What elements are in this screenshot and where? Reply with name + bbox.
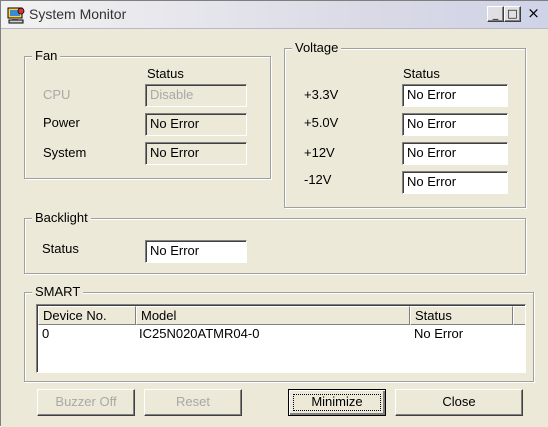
- computer-monitor-icon: [7, 7, 25, 24]
- fan-group-title: Fan: [32, 48, 61, 64]
- voltage-minus12v-status-field: No Error: [402, 171, 508, 194]
- voltage-status-header: Status: [403, 66, 440, 81]
- system-monitor-window: System Monitor _ □ × Fan Status CPU Disa…: [0, 0, 548, 427]
- backlight-group-title: Backlight: [32, 210, 91, 226]
- buzzer-off-button[interactable]: Buzzer Off: [37, 389, 135, 416]
- column-header-filler: [513, 306, 525, 325]
- fan-system-status-field: No Error: [145, 142, 247, 165]
- table-row[interactable]: 0 IC25N020ATMR04-0 No Error: [38, 325, 525, 343]
- column-header-status[interactable]: Status: [410, 306, 513, 325]
- backlight-status-label: Status: [42, 241, 79, 256]
- maximize-window-button[interactable]: □: [504, 6, 521, 22]
- voltage-12v-label: +12V: [304, 145, 335, 160]
- focus-rectangle: [293, 394, 381, 411]
- close-button[interactable]: Close: [395, 389, 523, 416]
- fan-status-header: Status: [147, 66, 184, 81]
- reset-button[interactable]: Reset: [144, 389, 242, 416]
- column-header-model[interactable]: Model: [136, 306, 410, 325]
- close-icon: ×: [527, 4, 540, 22]
- voltage-3v3-status-field: No Error: [402, 84, 508, 107]
- fan-system-label: System: [43, 145, 87, 160]
- window-title: System Monitor: [29, 6, 127, 22]
- backlight-group: Backlight: [24, 210, 526, 274]
- smart-group-title: SMART: [32, 284, 84, 300]
- fan-cpu-status-field: Disable: [145, 84, 247, 107]
- voltage-minus12v-label: -12V: [304, 172, 332, 187]
- close-window-button[interactable]: ×: [525, 6, 542, 22]
- fan-cpu-label: CPU: [43, 87, 71, 102]
- backlight-status-field: No Error: [145, 240, 247, 263]
- voltage-5v0-status-field: No Error: [402, 113, 508, 136]
- smart-list-header: Device No. Model Status: [38, 306, 525, 325]
- maximize-icon: □: [507, 7, 518, 20]
- minimize-window-button[interactable]: _: [487, 6, 504, 22]
- voltage-12v-status-field: No Error: [402, 142, 508, 165]
- minimize-icon: _: [492, 7, 499, 20]
- column-header-device-no[interactable]: Device No.: [38, 306, 136, 325]
- status-cell: No Error: [414, 326, 464, 341]
- device-no-cell: 0: [42, 326, 50, 341]
- fan-power-label: Power: [43, 115, 80, 130]
- voltage-3v3-label: +3.3V: [304, 87, 339, 102]
- model-cell: IC25N020ATMR04-0: [139, 326, 260, 341]
- minimize-button[interactable]: Minimize: [288, 389, 386, 416]
- voltage-5v0-label: +5.0V: [304, 115, 339, 130]
- fan-power-status-field: No Error: [145, 113, 247, 136]
- smart-device-list[interactable]: Device No. Model Status 0 IC25N020ATMR04…: [36, 304, 526, 373]
- title-bar[interactable]: System Monitor _ □ ×: [1, 1, 548, 29]
- voltage-group-title: Voltage: [292, 40, 342, 56]
